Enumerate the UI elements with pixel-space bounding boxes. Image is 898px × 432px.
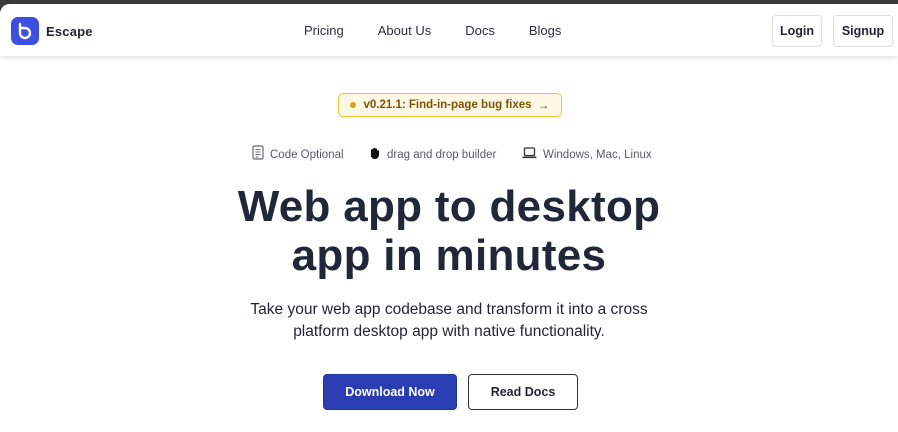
nav-link-docs[interactable]: Docs	[465, 23, 495, 38]
hero-subtitle: Take your web app codebase and transform…	[0, 299, 898, 343]
document-icon	[252, 145, 264, 165]
feature-label: Windows, Mac, Linux	[543, 149, 652, 161]
headline-line-1: Web app to desktop	[237, 182, 661, 231]
download-now-button[interactable]: Download Now	[323, 374, 457, 410]
nav-links: Pricing About Us Docs Blogs	[304, 4, 595, 56]
login-button[interactable]: Login	[772, 15, 822, 47]
feature-label: drag and drop builder	[387, 149, 497, 161]
feature-code-optional: Code Optional	[252, 145, 344, 165]
hand-icon	[369, 146, 381, 165]
laptop-icon	[522, 146, 537, 164]
feature-drag-drop: drag and drop builder	[369, 146, 496, 164]
read-docs-button[interactable]: Read Docs	[468, 374, 578, 410]
headline-line-2: app in minutes	[291, 231, 607, 280]
signup-button[interactable]: Signup	[833, 15, 893, 47]
nav-link-about-us[interactable]: About Us	[378, 23, 431, 38]
badge-dot-icon	[350, 102, 357, 108]
escape-logo-icon	[11, 17, 39, 45]
feature-list: Code Optional drag and drop builder Wind…	[0, 145, 898, 165]
release-badge[interactable]: v0.21.1: Find-in-page bug fixes →	[338, 93, 562, 117]
subtitle-line-1: Take your web app codebase and transform…	[250, 301, 648, 318]
brand-name: Escape	[46, 23, 93, 39]
nav-link-pricing[interactable]: Pricing	[304, 23, 344, 38]
feature-label: Code Optional	[270, 149, 344, 161]
hero-section: v0.21.1: Find-in-page bug fixes → Code O…	[0, 56, 898, 432]
feature-platforms: Windows, Mac, Linux	[522, 146, 652, 164]
subtitle-line-2: platform desktop app with native functio…	[293, 323, 605, 340]
top-navbar: Escape Pricing About Us Docs Blogs Login…	[0, 4, 898, 56]
release-badge-text: v0.21.1: Find-in-page bug fixes	[363, 99, 532, 111]
browser-window: Escape Pricing About Us Docs Blogs Login…	[0, 4, 898, 432]
nav-link-blogs[interactable]: Blogs	[529, 23, 562, 38]
hero-headline: Web app to desktop app in minutes	[0, 182, 898, 280]
brand-logo[interactable]: Escape	[11, 17, 93, 45]
arrow-right-icon: →	[537, 98, 550, 112]
